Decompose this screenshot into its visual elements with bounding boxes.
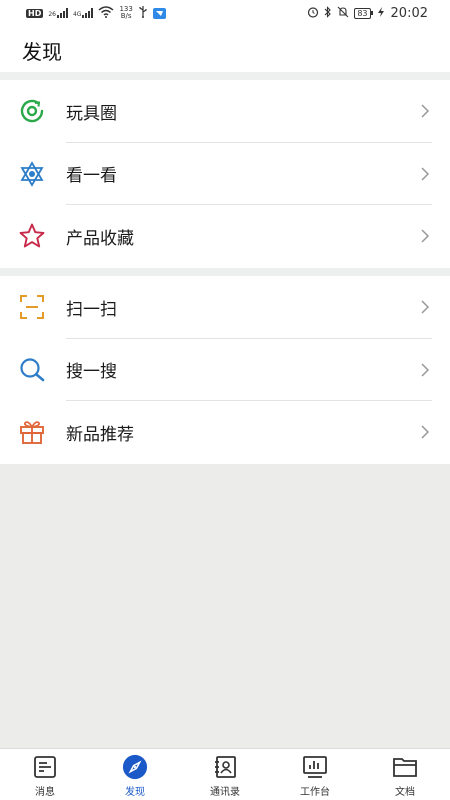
clock-time: 20:02 (390, 5, 428, 21)
wifi-icon (98, 5, 114, 21)
list-item-label: 搜一搜 (66, 362, 117, 383)
message-icon (32, 754, 58, 780)
list-item-toy-circle[interactable]: 玩具圈 (0, 80, 450, 143)
battery-icon: 83 (354, 7, 373, 19)
list-item-search[interactable]: 搜一搜 (0, 339, 450, 401)
list-item-label: 扫一扫 (66, 299, 117, 320)
list-item-label: 新品推荐 (66, 424, 134, 445)
alarm-icon (307, 6, 319, 21)
tab-label: 消息 (35, 787, 55, 798)
folder-icon (392, 754, 418, 780)
list-item-label: 产品收藏 (66, 228, 134, 249)
app-notification-icon (152, 7, 166, 19)
bluetooth-icon (324, 5, 332, 21)
list-item-favorites[interactable]: 产品收藏 (0, 205, 450, 268)
tab-discover[interactable]: 发现 (90, 749, 180, 800)
workbench-icon (302, 754, 328, 780)
section-gap (0, 72, 450, 80)
charging-icon (377, 6, 384, 20)
signal-2-icon: 4G (73, 8, 94, 18)
status-right: 83 20:02 (307, 6, 428, 21)
bottom-tab-bar: 消息 发现 通讯录 工作台 文档 (0, 748, 450, 800)
tab-label: 发现 (125, 787, 145, 798)
list-item-label: 看一看 (66, 166, 117, 187)
discover-section-2: 扫一扫 搜一搜 新品推荐 (0, 276, 450, 464)
tab-label: 通讯录 (210, 787, 240, 798)
circle-refresh-icon (17, 96, 47, 126)
list-item-look[interactable]: 看一看 (0, 143, 450, 205)
tab-messages[interactable]: 消息 (0, 749, 90, 800)
network-speed: 133 B/s (119, 5, 133, 20)
list-item-new-products[interactable]: 新品推荐 (0, 401, 450, 464)
list-item-label: 玩具圈 (66, 103, 117, 124)
gift-icon (17, 417, 47, 447)
status-left: HD 26 4G 133 B/s (26, 5, 166, 21)
chevron-right-icon (421, 167, 430, 181)
signal-1-icon: 26 (48, 8, 68, 18)
mute-icon (337, 6, 349, 21)
search-icon (17, 355, 47, 385)
tab-documents[interactable]: 文档 (360, 749, 450, 800)
chevron-right-icon (421, 229, 430, 243)
section-gap (0, 268, 450, 276)
contacts-icon (212, 754, 238, 780)
page-header: 发现 (0, 26, 450, 72)
list-item-scan[interactable]: 扫一扫 (0, 276, 450, 339)
tab-label: 文档 (395, 787, 415, 798)
star-icon (17, 221, 47, 251)
status-bar: HD 26 4G 133 B/s 83 20:02 (0, 0, 450, 26)
scan-icon (17, 292, 47, 322)
discover-section-1: 玩具圈 看一看 产品收藏 (0, 80, 450, 268)
chevron-right-icon (421, 104, 430, 118)
usb-icon (138, 5, 148, 21)
chevron-right-icon (421, 300, 430, 314)
chevron-right-icon (421, 363, 430, 377)
page-title: 发现 (22, 40, 62, 64)
tab-workbench[interactable]: 工作台 (270, 749, 360, 800)
tab-label: 工作台 (300, 787, 330, 798)
chevron-right-icon (421, 425, 430, 439)
hexagram-icon (17, 159, 47, 189)
compass-icon (122, 754, 148, 780)
hd-indicator: HD (26, 8, 44, 18)
tab-contacts[interactable]: 通讯录 (180, 749, 270, 800)
